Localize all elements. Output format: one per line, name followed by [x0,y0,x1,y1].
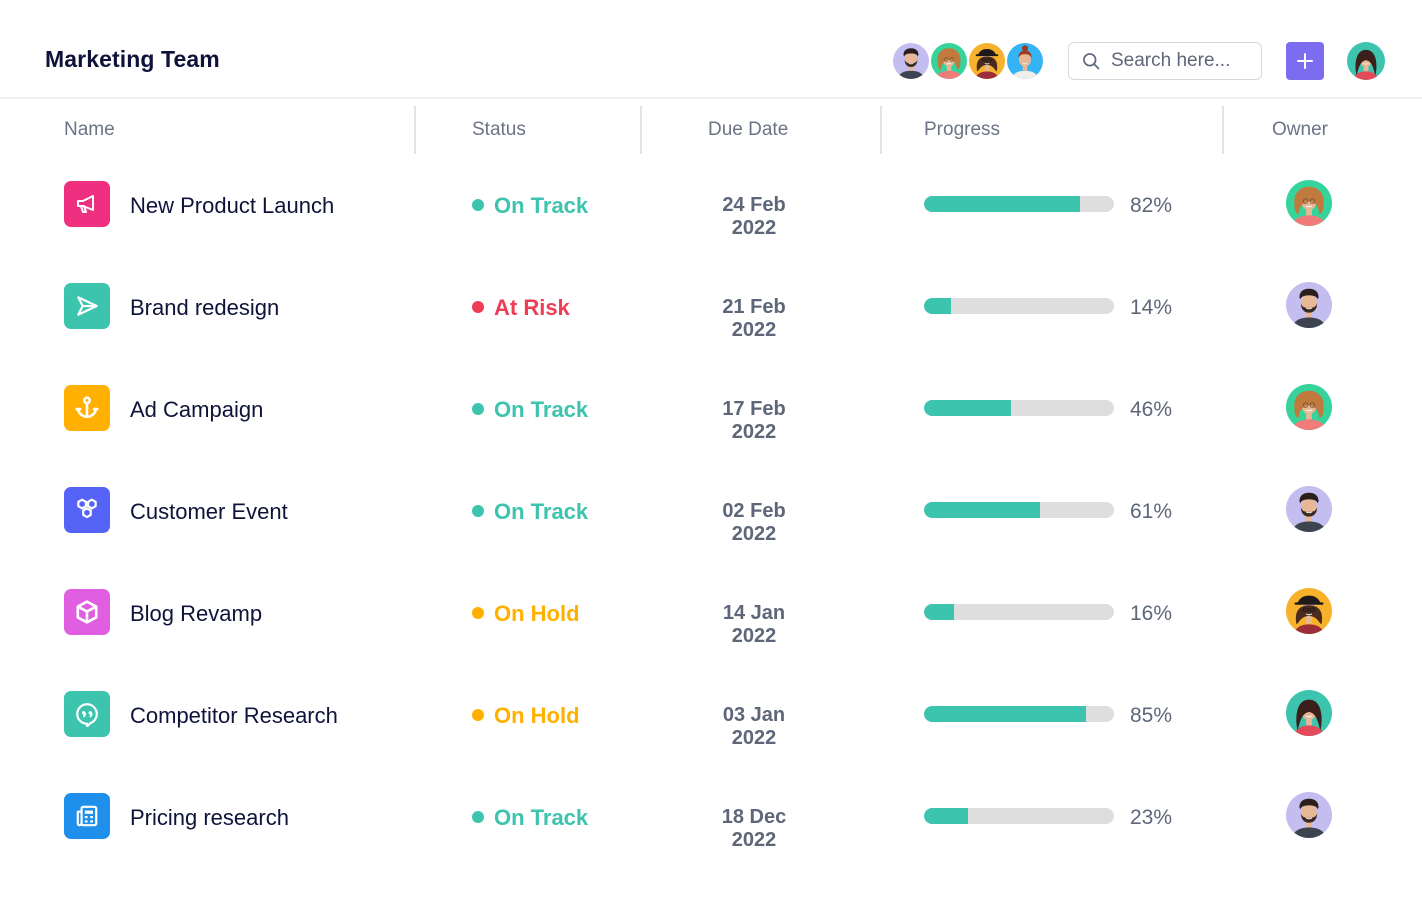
progress-percent: 85% [1130,704,1173,727]
search-input[interactable] [1111,50,1261,72]
progress-percent: 14% [1130,296,1173,319]
status-dot-icon [472,403,484,415]
project-name[interactable]: Customer Event [130,499,288,525]
project-name[interactable]: New Product Launch [130,193,334,219]
progress-bar [924,706,1114,722]
progress-fill [924,400,1012,416]
owner-avatar[interactable] [1286,588,1332,634]
due-date: 18 Dec 2022 [721,806,787,851]
progress-percent: 46% [1130,398,1173,421]
project-name[interactable]: Competitor Research [130,703,338,729]
page-title: Marketing Team [45,46,220,72]
project-name[interactable]: Blog Revamp [130,601,262,627]
search-icon [1083,53,1100,70]
column-divider [414,106,416,154]
status-dot-icon [472,199,484,211]
project-name[interactable]: Pricing research [130,805,289,831]
progress-bar [924,604,1114,620]
column-divider [640,106,642,154]
progress-fill [924,808,968,824]
status-dot-icon [472,811,484,823]
cube-icon [64,589,110,635]
status-dot-icon [472,607,484,619]
search-box[interactable] [1068,42,1262,80]
project-name[interactable]: Brand redesign [130,295,279,321]
status-badge[interactable]: On Track [494,397,588,423]
progress-percent: 82% [1130,194,1173,217]
progress-bar [924,196,1114,212]
project-name[interactable]: Ad Campaign [130,397,263,423]
progress-fill [924,706,1086,722]
column-header-owner[interactable]: Owner [1272,119,1328,141]
owner-avatar[interactable] [1286,282,1332,328]
column-header-due-date[interactable]: Due Date [708,119,788,141]
owner-avatar[interactable] [1286,486,1332,532]
newspaper-icon [64,793,110,839]
column-header-progress[interactable]: Progress [924,119,1000,141]
plus-icon [1297,53,1313,69]
owner-avatar[interactable] [1286,180,1332,226]
owner-avatar[interactable] [1286,384,1332,430]
status-dot-icon [472,505,484,517]
column-divider [880,106,882,154]
table-row[interactable]: Pricing research On Track 18 Dec 2022 23% [0,766,1422,868]
table-row[interactable]: Competitor Research On Hold 03 Jan 2022 85% [0,664,1422,766]
table-row[interactable]: Customer Event On Track 02 Feb 2022 61% [0,460,1422,562]
status-badge[interactable]: On Track [494,805,588,831]
progress-percent: 16% [1130,602,1173,625]
anchor-icon [64,385,110,431]
due-date: 24 Feb 2022 [722,194,786,239]
current-user-avatar[interactable] [1347,42,1385,80]
progress-percent: 23% [1130,806,1173,829]
team-member-avatar[interactable] [929,41,969,81]
due-date: 02 Feb 2022 [722,500,786,545]
status-dot-icon [472,301,484,313]
column-divider [1222,106,1224,154]
progress-bar [924,808,1114,824]
top-bar: Marketing Team [0,0,1422,99]
quote-bubble-icon [64,691,110,737]
column-header-name[interactable]: Name [64,119,115,141]
status-badge[interactable]: On Track [494,193,588,219]
status-badge[interactable]: On Hold [494,601,580,627]
add-button[interactable] [1286,42,1324,80]
team-member-avatar[interactable] [891,41,931,81]
due-date: 21 Feb 2022 [722,296,786,341]
table-row[interactable]: Ad Campaign On Track 17 Feb 2022 46% [0,358,1422,460]
owner-avatar[interactable] [1286,792,1332,838]
due-date: 17 Feb 2022 [722,398,786,443]
hexagons-icon [64,487,110,533]
status-badge[interactable]: On Hold [494,703,580,729]
progress-fill [924,502,1040,518]
status-badge[interactable]: At Risk [494,295,570,321]
progress-fill [924,298,951,314]
progress-fill [924,604,955,620]
status-dot-icon [472,709,484,721]
progress-bar [924,298,1114,314]
table-row[interactable]: New Product Launch On Track 24 Feb 2022 82% [0,154,1422,256]
table-row[interactable]: Brand redesign At Risk 21 Feb 2022 14% [0,256,1422,358]
progress-fill [924,196,1080,212]
progress-bar [924,400,1114,416]
due-date: 14 Jan 2022 [722,602,786,647]
team-member-avatar[interactable] [1005,41,1045,81]
column-header-status[interactable]: Status [472,119,526,141]
send-icon [64,283,110,329]
megaphone-icon [64,181,110,227]
due-date: 03 Jan 2022 [722,704,786,749]
progress-bar [924,502,1114,518]
status-badge[interactable]: On Track [494,499,588,525]
team-member-avatar[interactable] [967,41,1007,81]
owner-avatar[interactable] [1286,690,1332,736]
progress-percent: 61% [1130,500,1173,523]
table-row[interactable]: Blog Revamp On Hold 14 Jan 2022 16% [0,562,1422,664]
